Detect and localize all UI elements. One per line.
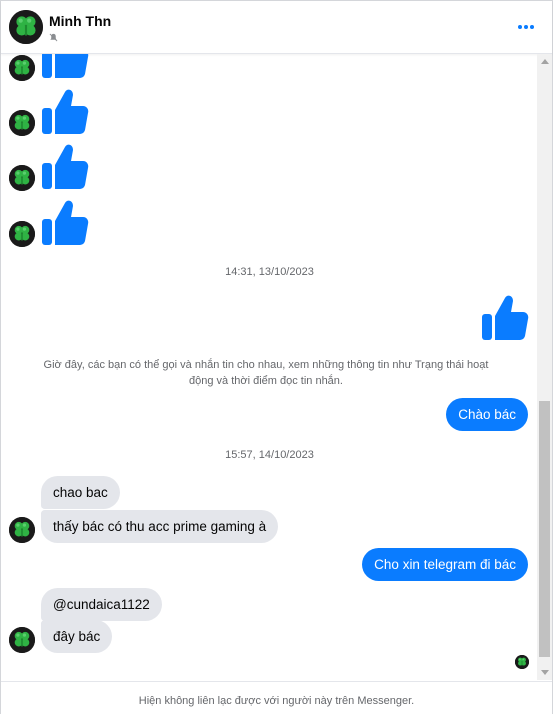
messenger-chat-window: Minh Thn 14:31, 13/10/2023 Giờ đây, các … [0,0,553,714]
like-sticker[interactable] [39,141,89,191]
like-sticker[interactable] [39,54,89,80]
sender-avatar[interactable] [9,517,35,543]
outgoing-message[interactable]: Chào bác [446,398,528,431]
message-list[interactable]: 14:31, 13/10/2023 Giờ đây, các bạn có th… [1,54,538,680]
unavailable-notice: Hiện không liên lạc được với người này t… [138,695,415,707]
four-leaf-clover-icon [9,55,35,81]
four-leaf-clover-icon [515,655,529,669]
four-leaf-clover-icon [9,110,35,136]
contact-avatar[interactable] [9,10,43,44]
incoming-message[interactable]: @cundaica1122 [41,588,162,621]
seen-indicator-avatar [515,655,529,669]
sender-avatar[interactable] [9,55,35,81]
muted-bell-icon [49,33,58,45]
sender-avatar[interactable] [9,221,35,247]
sender-avatar[interactable] [9,110,35,136]
system-notice: Giờ đây, các bạn có thể gọi và nhắn tin … [43,359,489,387]
scroll-up-icon[interactable] [537,54,552,69]
like-sticker[interactable] [39,197,89,247]
four-leaf-clover-icon [9,221,35,247]
incoming-message[interactable]: đây bác [41,620,113,653]
like-sticker[interactable] [479,292,529,342]
four-leaf-clover-icon [9,165,35,191]
thumbs-up-icon [39,141,89,191]
thumbs-up-icon [39,86,89,136]
incoming-message[interactable]: chao bac [41,476,120,509]
outgoing-message[interactable]: Cho xin telegram đi bác [362,548,528,581]
message-scrollbar[interactable] [537,54,552,680]
chat-footer: Hiện không liên lạc được với người này t… [1,681,552,714]
sender-avatar[interactable] [9,627,35,653]
scroll-down-icon[interactable] [537,665,552,680]
sender-avatar[interactable] [9,165,35,191]
thumbs-up-icon [39,197,89,247]
chat-header: Minh Thn [1,1,552,54]
incoming-message[interactable]: thấy bác có thu acc prime gaming à [41,510,279,543]
four-leaf-clover-icon [9,10,43,44]
thumbs-up-icon [479,292,529,342]
four-leaf-clover-icon [9,627,35,653]
more-options-icon[interactable] [516,17,536,37]
scrollbar-thumb[interactable] [539,401,550,657]
like-sticker[interactable] [39,86,89,136]
thumbs-up-icon [39,54,89,80]
four-leaf-clover-icon [9,517,35,543]
message-timestamp: 14:31, 13/10/2023 [225,266,314,278]
contact-name[interactable]: Minh Thn [49,13,111,29]
message-timestamp: 15:57, 14/10/2023 [225,449,314,461]
